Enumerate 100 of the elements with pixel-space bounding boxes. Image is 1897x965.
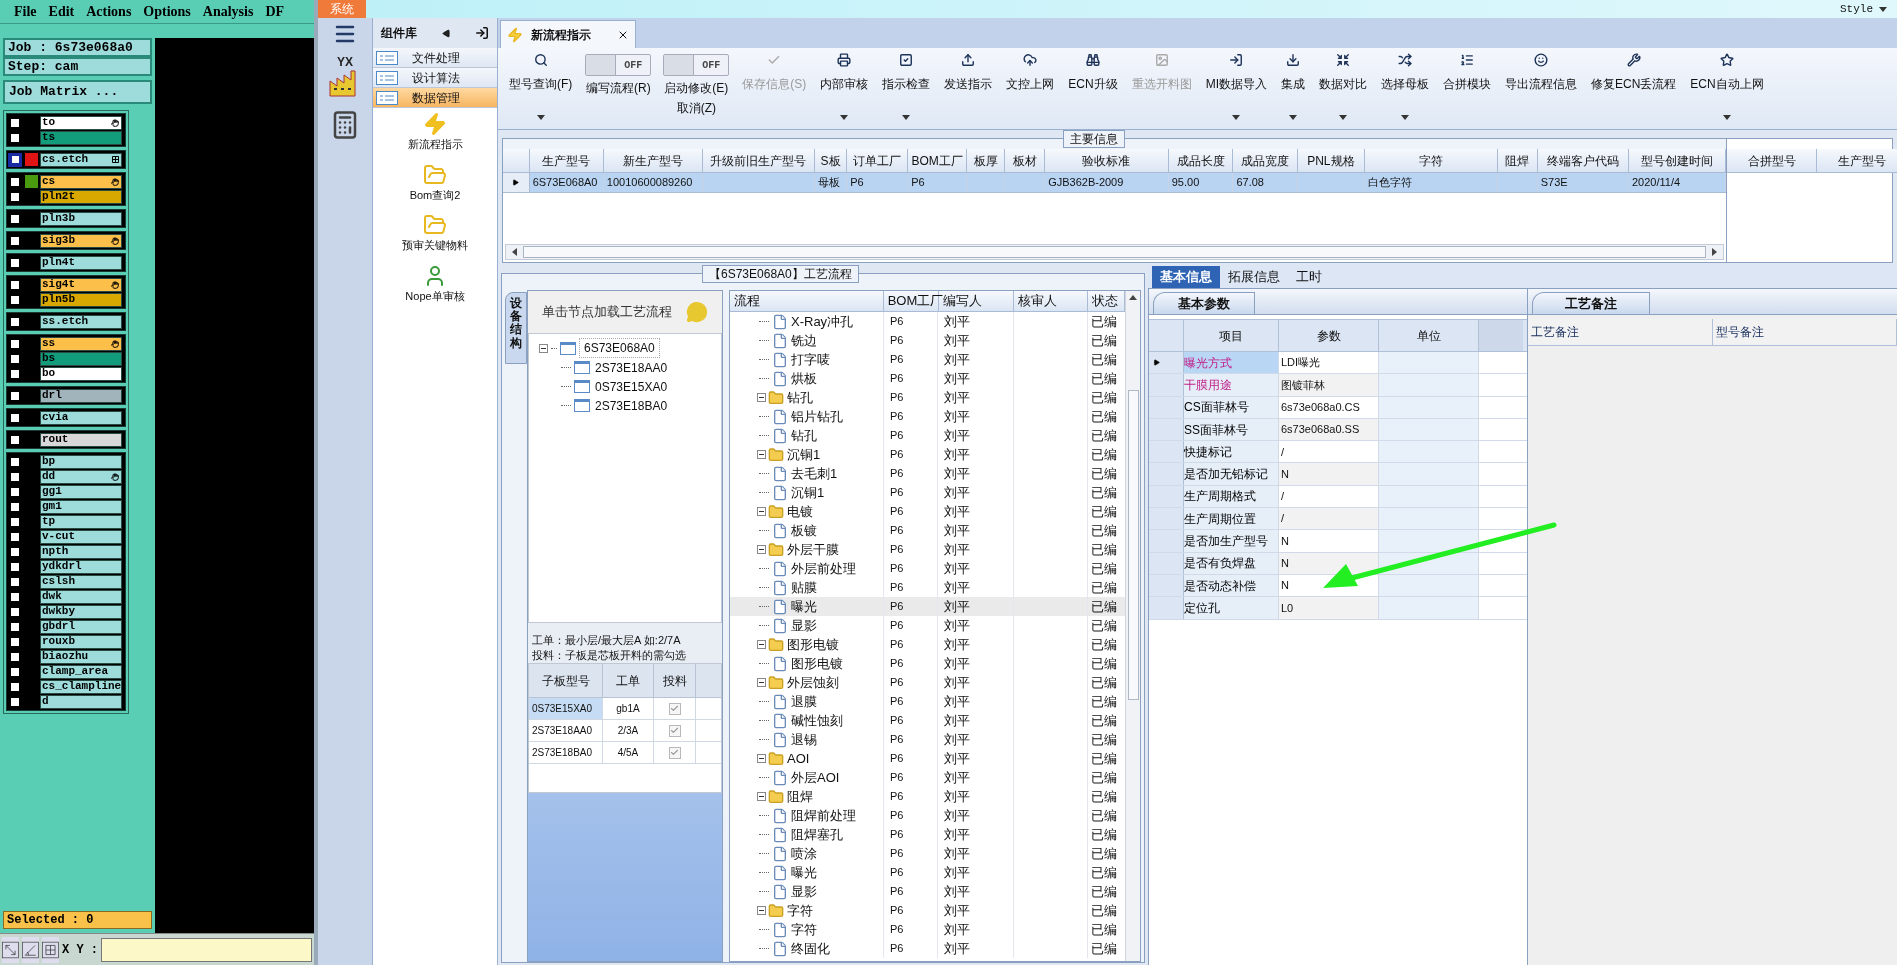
- collapse-toggle[interactable]: [757, 507, 766, 516]
- table-cell[interactable]: 是否动态补偿: [1184, 574, 1279, 597]
- column-header[interactable]: 字符: [1364, 149, 1498, 172]
- toolbar-button[interactable]: MI数据导入: [1198, 48, 1274, 124]
- panel-tab[interactable]: 基本参数: [1153, 292, 1255, 314]
- column-header[interactable]: 新生产型号: [603, 149, 703, 172]
- column-header[interactable]: 工艺备注: [1528, 319, 1713, 345]
- table-row[interactable]: 曝光 P6 刘平 已编: [730, 597, 1125, 616]
- toolbar-button[interactable]: 指示检查: [875, 48, 938, 124]
- layer-name[interactable]: drl: [40, 388, 122, 403]
- table-cell[interactable]: 曝光方式: [1184, 352, 1279, 374]
- measure-tool-icon[interactable]: [22, 936, 39, 963]
- tree-node[interactable]: 0S73E15XA0: [593, 377, 670, 396]
- module-item[interactable]: 数据管理: [373, 88, 497, 108]
- layer-name[interactable]: clamp_area: [40, 664, 122, 679]
- layer-name[interactable]: cvia: [40, 410, 122, 425]
- menu-item[interactable]: File: [14, 1, 37, 22]
- layer-name[interactable]: npth: [40, 544, 122, 559]
- column-header[interactable]: 板材: [1005, 149, 1046, 172]
- layer-name[interactable]: pln3b: [40, 211, 122, 226]
- layer-name[interactable]: ts: [40, 130, 122, 145]
- tab[interactable]: 拓展信息: [1220, 266, 1288, 288]
- column-header[interactable]: 投料: [654, 664, 696, 697]
- checkbox[interactable]: [668, 746, 681, 759]
- layer-name[interactable]: ss.etch: [40, 314, 122, 329]
- column-header[interactable]: 流程: [730, 291, 884, 311]
- layer-name[interactable]: dwk: [40, 589, 122, 604]
- column-header[interactable]: PNL规格: [1298, 149, 1365, 172]
- toggle-switch[interactable]: OFF: [585, 54, 652, 76]
- column-header[interactable]: 生产型号: [529, 149, 604, 172]
- zoom-tool-icon[interactable]: [2, 936, 19, 963]
- toolbar-button[interactable]: 内部审核: [813, 48, 876, 124]
- column-header[interactable]: 编写人: [938, 291, 1015, 311]
- layer-name[interactable]: bo: [40, 366, 122, 381]
- toolbar-button[interactable]: 型号查询(F): [502, 48, 580, 124]
- table-cell[interactable]: 快捷标记: [1184, 441, 1279, 463]
- layer-name[interactable]: pln4t: [40, 255, 122, 270]
- menu-item[interactable]: Options: [143, 1, 191, 22]
- column-header[interactable]: 合拼型号: [1727, 149, 1817, 172]
- table-cell[interactable]: CS面菲林号: [1184, 396, 1279, 418]
- tool-item[interactable]: 预审关键物料: [402, 213, 468, 254]
- tool-item[interactable]: 新流程指示: [407, 112, 463, 153]
- toolbar-button[interactable]: 修复ECN丢流程: [1584, 48, 1684, 124]
- column-header[interactable]: 验收标准: [1045, 149, 1169, 172]
- job-matrix-button[interactable]: Job Matrix ...: [3, 80, 152, 104]
- tab[interactable]: 工时: [1288, 266, 1330, 288]
- column-header[interactable]: 子板型号: [529, 664, 603, 697]
- collapse-toggle[interactable]: [539, 343, 548, 353]
- table-cell[interactable]: 2S73E18BA0: [529, 742, 603, 763]
- table-cell[interactable]: 生产周期位置: [1184, 508, 1279, 530]
- column-header[interactable]: 终端客户代码: [1537, 149, 1629, 172]
- layer-name[interactable]: cs_clampline: [40, 679, 122, 694]
- layer-name[interactable]: gbdrl: [40, 619, 122, 634]
- toolbar-button[interactable]: 选择母板: [1374, 48, 1436, 124]
- collapse-toggle[interactable]: [757, 792, 766, 801]
- column-header[interactable]: 生产型号: [1817, 149, 1897, 172]
- layer-name[interactable]: gm1: [40, 499, 122, 514]
- layer-name[interactable]: pln2t: [40, 189, 122, 204]
- column-header[interactable]: 型号创建时间: [1629, 149, 1726, 172]
- table-row[interactable]: 6S73E068A0 10010600089260 母板 P6 P6 GJB362B-2009 95.00 67.08 白色字符 S73E 2020/11/4: [503, 173, 1726, 193]
- table-cell[interactable]: 是否加生产型号: [1184, 530, 1279, 552]
- toolbar-button[interactable]: 发送指示: [937, 48, 1000, 124]
- layer-name[interactable]: rout: [40, 432, 122, 447]
- collapse-toggle[interactable]: [757, 545, 766, 554]
- factory-logo[interactable]: YX: [325, 56, 365, 100]
- menu-item[interactable]: DF: [265, 1, 285, 22]
- checkbox[interactable]: [668, 724, 681, 737]
- collapse-toggle[interactable]: [757, 640, 766, 649]
- layer-name[interactable]: to: [40, 115, 122, 130]
- tree-node[interactable]: 2S73E18AA0: [593, 358, 670, 377]
- column-header[interactable]: BOM工厂: [908, 149, 968, 172]
- layer-name[interactable]: rouxb: [40, 634, 122, 649]
- tree-node[interactable]: 2S73E18BA0: [593, 396, 670, 415]
- layer-name[interactable]: sig4t: [40, 277, 122, 292]
- toolbar-button[interactable]: 集成: [1274, 48, 1312, 124]
- table-cell[interactable]: 0S73E15XA0: [529, 698, 603, 719]
- layer-name[interactable]: biaozhu: [40, 649, 122, 664]
- column-header[interactable]: 工单: [603, 664, 654, 697]
- layer-name[interactable]: cslsh: [40, 574, 122, 589]
- layer-name[interactable]: dwkby: [40, 604, 122, 619]
- layer-name[interactable]: ydkdrl: [40, 559, 122, 574]
- vertical-scrollbar[interactable]: [1125, 291, 1140, 961]
- horizontal-scrollbar[interactable]: [505, 244, 1724, 260]
- style-menu[interactable]: Style: [1840, 0, 1887, 18]
- column-header[interactable]: 成品宽度: [1233, 149, 1299, 172]
- panel-tab[interactable]: 工艺备注: [1532, 292, 1650, 314]
- tree-node[interactable]: 6S73E068A0: [579, 338, 660, 358]
- table-cell[interactable]: 生产周期格式: [1184, 485, 1279, 508]
- module-item[interactable]: 设计算法: [373, 68, 497, 88]
- column-header[interactable]: 板厚: [967, 149, 1006, 172]
- collapse-toggle[interactable]: [757, 450, 766, 459]
- layer-checkbox[interactable]: [8, 152, 22, 167]
- row-header[interactable]: [1149, 352, 1184, 374]
- layer-name[interactable]: bp: [40, 454, 122, 469]
- layer-name[interactable]: cs.etch: [40, 152, 122, 167]
- module-item[interactable]: 文件处理: [373, 48, 497, 68]
- collapse-toggle[interactable]: [757, 678, 766, 687]
- table-cell[interactable]: 是否加无铅标记: [1184, 463, 1279, 485]
- layer-name[interactable]: ss: [40, 336, 122, 351]
- column-header[interactable]: 参数: [1279, 320, 1379, 351]
